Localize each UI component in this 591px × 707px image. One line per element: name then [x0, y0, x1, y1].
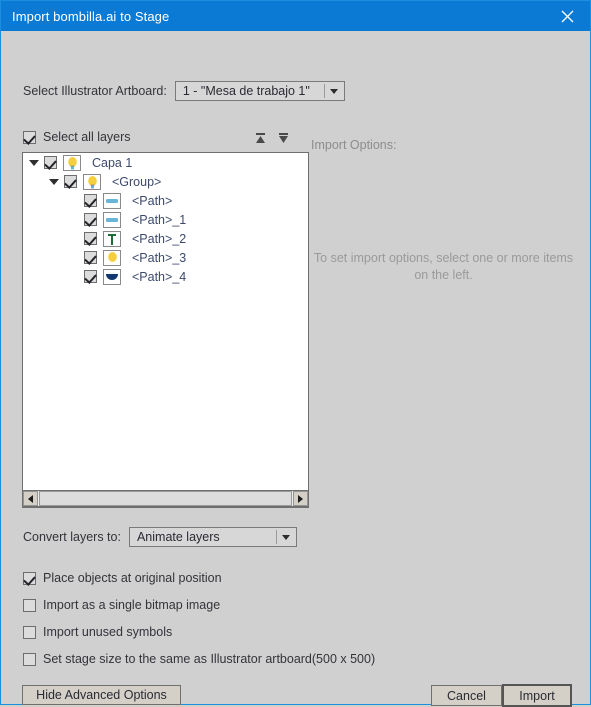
tree-row-checkbox[interactable] — [84, 213, 97, 226]
import-option-row[interactable]: Set stage size to the same as Illustrato… — [23, 652, 375, 666]
tree-row[interactable]: <Group> — [23, 172, 308, 191]
import-dialog: Import bombilla.ai to Stage Select Illus… — [0, 0, 591, 707]
bulb-icon — [87, 175, 97, 188]
import-option-row[interactable]: Import unused symbols — [23, 625, 375, 639]
tree-row-label: <Group> — [112, 174, 162, 189]
sort-controls — [254, 132, 290, 146]
tree-expander-icon[interactable] — [49, 178, 59, 185]
tree-row-checkbox[interactable] — [84, 270, 97, 283]
import-option-checkboxes: Place objects at original position Import… — [23, 571, 375, 666]
tree-row-label: <Path> — [132, 193, 173, 208]
import-option-checkbox[interactable] — [23, 598, 36, 612]
select-all-layers-label: Select all layers — [43, 130, 131, 144]
tree-row-thumbnail — [103, 249, 121, 266]
import-options-title: Import Options: — [311, 138, 397, 152]
import-option-checkbox[interactable] — [23, 571, 36, 585]
dialog-body: Select Illustrator Artboard: 1 - "Mesa d… — [1, 31, 590, 707]
blue-bar-icon — [106, 217, 118, 222]
convert-layers-dropdown-arrow[interactable] — [276, 528, 296, 546]
convert-layers-selected-value: Animate layers — [136, 530, 220, 544]
import-option-label: Import unused symbols — [43, 625, 173, 639]
import-option-label: Import as a single bitmap image — [43, 598, 221, 612]
tree-row[interactable]: <Path> — [23, 191, 308, 210]
import-option-label: Set stage size to the same as Illustrato… — [43, 652, 376, 666]
artboard-select[interactable]: 1 - "Mesa de trabajo 1" — [174, 81, 345, 101]
tree-row-checkbox[interactable] — [84, 194, 97, 207]
import-option-checkbox[interactable] — [23, 625, 36, 639]
import-options-hint: To set import options, select one or mor… — [313, 251, 574, 282]
close-button[interactable] — [545, 1, 590, 31]
scroll-right-button[interactable] — [293, 491, 308, 506]
tree-row-label: Capa 1 — [92, 155, 133, 170]
tree-row-checkbox[interactable] — [84, 232, 97, 245]
tree-row-label: <Path>_3 — [132, 250, 187, 265]
tree-row-thumbnail — [103, 268, 121, 285]
chevron-down-icon — [282, 534, 291, 540]
bulb-icon — [67, 156, 77, 169]
blue-bar-icon — [106, 198, 118, 203]
artboard-dropdown-arrow[interactable] — [324, 82, 344, 100]
close-icon — [561, 10, 574, 22]
convert-layers-row: Convert layers to: Animate layers — [23, 527, 297, 547]
scroll-left-icon — [28, 494, 33, 503]
tree-row-checkbox[interactable] — [84, 251, 97, 264]
artboard-selected-value: 1 - "Mesa de trabajo 1" — [182, 84, 310, 98]
tree-expander-icon[interactable] — [29, 159, 39, 166]
import-option-checkbox[interactable] — [23, 652, 36, 666]
chevron-down-icon — [330, 88, 339, 94]
tree-row-label: <Path>_1 — [132, 212, 187, 227]
sort-ascending-icon[interactable] — [254, 132, 267, 146]
artboard-row: Select Illustrator Artboard: 1 - "Mesa d… — [23, 81, 345, 101]
dialog-title: Import bombilla.ai to Stage — [12, 8, 170, 24]
convert-layers-label: Convert layers to: — [23, 530, 121, 544]
tree-row-thumbnail — [103, 192, 121, 209]
tree-row[interactable]: <Path>_4 — [23, 267, 308, 286]
tree-row-thumbnail — [103, 211, 121, 228]
yellow-bulb-icon — [107, 251, 117, 262]
tree-row-checkbox[interactable] — [64, 175, 77, 188]
green-stem-icon — [108, 233, 116, 245]
tree-horizontal-scrollbar[interactable] — [22, 490, 309, 507]
tree-row[interactable]: <Path>_2 — [23, 229, 308, 248]
sort-descending-icon[interactable] — [277, 132, 290, 146]
hide-advanced-options-button[interactable]: Hide Advanced Options — [22, 685, 181, 705]
tree-row[interactable]: <Path>_1 — [23, 210, 308, 229]
tree-row[interactable]: <Path>_3 — [23, 248, 308, 267]
cancel-button[interactable]: Cancel — [431, 685, 502, 706]
tree-row[interactable]: Capa 1 — [23, 153, 308, 172]
scrollbar-thumb[interactable] — [39, 491, 292, 506]
tree-row-label: <Path>_2 — [132, 231, 187, 246]
tree-row-thumbnail — [63, 154, 81, 171]
scroll-right-icon — [298, 494, 303, 503]
import-option-row[interactable]: Place objects at original position — [23, 571, 375, 585]
tree-row-label: <Path>_4 — [132, 269, 187, 284]
select-all-layers-checkbox[interactable] — [23, 130, 36, 144]
artboard-label: Select Illustrator Artboard: — [23, 84, 167, 98]
import-option-row[interactable]: Import as a single bitmap image — [23, 598, 375, 612]
title-bar: Import bombilla.ai to Stage — [1, 1, 590, 31]
convert-layers-select[interactable]: Animate layers — [128, 527, 297, 547]
blue-bowl-icon — [106, 273, 118, 280]
tree-row-thumbnail — [83, 173, 101, 190]
layer-tree[interactable]: Capa 1 <Group> <Path> <Path>_1 <Path>_2 <Path… — [22, 152, 309, 508]
tree-row-thumbnail — [103, 230, 121, 247]
tree-row-checkbox[interactable] — [44, 156, 57, 169]
import-option-label: Place objects at original position — [43, 571, 222, 585]
select-all-layers-row[interactable]: Select all layers — [23, 130, 131, 144]
scroll-left-button[interactable] — [23, 491, 38, 506]
import-button[interactable]: Import — [502, 684, 572, 707]
